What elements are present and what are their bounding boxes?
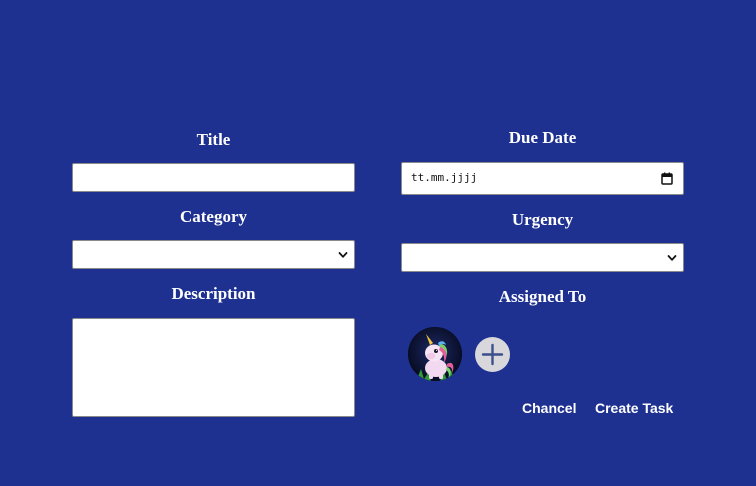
due-date-label: Due Date (508, 128, 577, 147)
assignee-avatar[interactable] (408, 327, 462, 381)
unicorn-avatar-icon (408, 327, 462, 381)
chevron-down-icon (338, 252, 348, 258)
create-task-button[interactable]: Create Task (595, 400, 673, 417)
due-date-input[interactable]: tt.mm.jjjj (401, 162, 684, 195)
urgency-select[interactable] (401, 243, 684, 272)
category-select[interactable] (72, 240, 355, 269)
add-assignee-button[interactable] (475, 337, 510, 372)
title-label: Title (196, 130, 231, 149)
plus-icon (481, 343, 504, 366)
title-input[interactable] (72, 163, 355, 192)
due-date-placeholder: tt.mm.jjjj (411, 171, 478, 184)
urgency-label: Urgency (511, 210, 574, 229)
chevron-down-icon (667, 255, 677, 261)
calendar-icon[interactable] (661, 172, 673, 185)
cancel-button[interactable]: Chancel (522, 400, 576, 417)
assigned-to-label: Assigned To (498, 287, 587, 306)
category-label: Category (179, 207, 248, 226)
description-textarea[interactable] (72, 318, 355, 417)
description-label: Description (171, 284, 256, 303)
